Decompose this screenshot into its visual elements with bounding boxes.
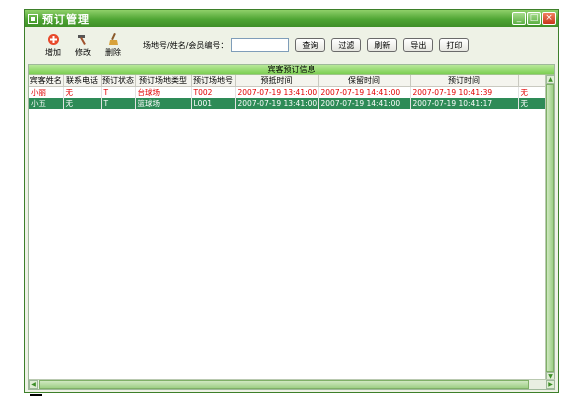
grid-caption: 宾客预订信息 [29, 65, 554, 75]
cell: 无 [518, 86, 546, 98]
cell: T002 [191, 86, 236, 98]
vertical-scroll-thumb[interactable] [546, 84, 554, 372]
delete-button[interactable]: 删除 [99, 32, 127, 58]
broom-icon [108, 32, 118, 45]
cell: 无 [518, 98, 546, 109]
horizontal-scroll-thumb[interactable] [39, 380, 529, 389]
cell: 篮球场 [135, 98, 192, 109]
col-extra[interactable] [518, 75, 546, 87]
col-phone[interactable]: 联系电话 [63, 75, 102, 87]
booking-grid: 宾客预订信息 宾客姓名 联系电话 预订状态 预订场地类型 预订场地号 预抵时间 … [28, 64, 555, 390]
scroll-right-icon[interactable]: ▶ [546, 380, 555, 389]
col-arrival-time[interactable]: 预抵时间 [235, 75, 319, 87]
cell: 小丽 [29, 86, 64, 98]
col-booking-time[interactable]: 预订时间 [410, 75, 519, 87]
header-row: 宾客姓名 联系电话 预订状态 预订场地类型 预订场地号 预抵时间 保留时间 预订… [29, 75, 546, 87]
hammer-icon [77, 34, 86, 45]
booking-management-window: 预订管理 _ □ × 增加 修改 删除 场地号/姓名/会员编号： 查询 过滤 刷… [24, 9, 559, 393]
export-button[interactable]: 导出 [403, 38, 434, 52]
search-label: 场地号/姓名/会员编号： [143, 40, 229, 50]
close-button[interactable]: × [542, 12, 556, 25]
cell: 2007-07-19 14:41:00 [318, 98, 411, 109]
cell: 台球场 [135, 86, 192, 98]
cell: 无 [63, 86, 102, 98]
grid-body: 宾客姓名 联系电话 预订状态 预订场地类型 预订场地号 预抵时间 保留时间 预订… [29, 75, 546, 381]
col-hold-time[interactable]: 保留时间 [318, 75, 411, 87]
cell: 2007-07-19 13:41:00 [235, 98, 319, 109]
scroll-left-icon[interactable]: ◀ [29, 380, 38, 389]
window-icon [28, 13, 38, 24]
status-mark [30, 394, 42, 396]
cell: 2007-07-19 10:41:39 [410, 86, 519, 98]
booking-table: 宾客姓名 联系电话 预订状态 预订场地类型 预订场地号 预抵时间 保留时间 预订… [29, 75, 546, 109]
maximize-button[interactable]: □ [527, 12, 541, 25]
col-guest-name[interactable]: 宾客姓名 [29, 75, 64, 87]
col-venue-type[interactable]: 预订场地类型 [135, 75, 192, 87]
add-label: 增加 [45, 47, 61, 57]
window-title: 预订管理 [42, 12, 90, 26]
search-input[interactable] [231, 38, 290, 52]
toolbar: 增加 修改 删除 场地号/姓名/会员编号： 查询 过滤 刷新 导出 打印 [25, 27, 558, 63]
horizontal-scrollbar[interactable]: ◀ ▶ [29, 379, 555, 389]
cell: 2007-07-19 10:41:17 [410, 98, 519, 109]
col-status[interactable]: 预订状态 [101, 75, 136, 87]
col-venue-no[interactable]: 预订场地号 [191, 75, 236, 87]
cell: T [101, 86, 136, 98]
cell: T [101, 98, 136, 109]
table-row[interactable]: 小丽 无 T 台球场 T002 2007-07-19 13:41:00 2007… [29, 86, 546, 98]
edit-label: 修改 [75, 47, 91, 57]
edit-button[interactable]: 修改 [69, 33, 97, 58]
query-button[interactable]: 查询 [295, 38, 326, 52]
title-bar[interactable]: 预订管理 _ □ × [25, 10, 558, 27]
scroll-up-icon[interactable]: ▲ [546, 75, 555, 84]
cell: 2007-07-19 14:41:00 [318, 86, 411, 98]
vertical-scrollbar[interactable]: ▲ ▼ [545, 75, 555, 381]
cell: 无 [63, 98, 102, 109]
cell: L001 [191, 98, 236, 109]
minimize-button[interactable]: _ [512, 12, 526, 25]
refresh-button[interactable]: 刷新 [367, 38, 398, 52]
table-row-selected[interactable]: 小五 无 T 篮球场 L001 2007-07-19 13:41:00 2007… [29, 98, 546, 109]
add-button[interactable]: 增加 [39, 33, 67, 58]
window-controls: _ □ × [512, 12, 558, 25]
delete-label: 删除 [105, 47, 121, 57]
cell: 2007-07-19 13:41:00 [235, 86, 319, 98]
print-button[interactable]: 打印 [439, 38, 470, 52]
filter-button[interactable]: 过滤 [331, 38, 362, 52]
cell: 小五 [29, 98, 64, 109]
add-icon [47, 33, 59, 45]
